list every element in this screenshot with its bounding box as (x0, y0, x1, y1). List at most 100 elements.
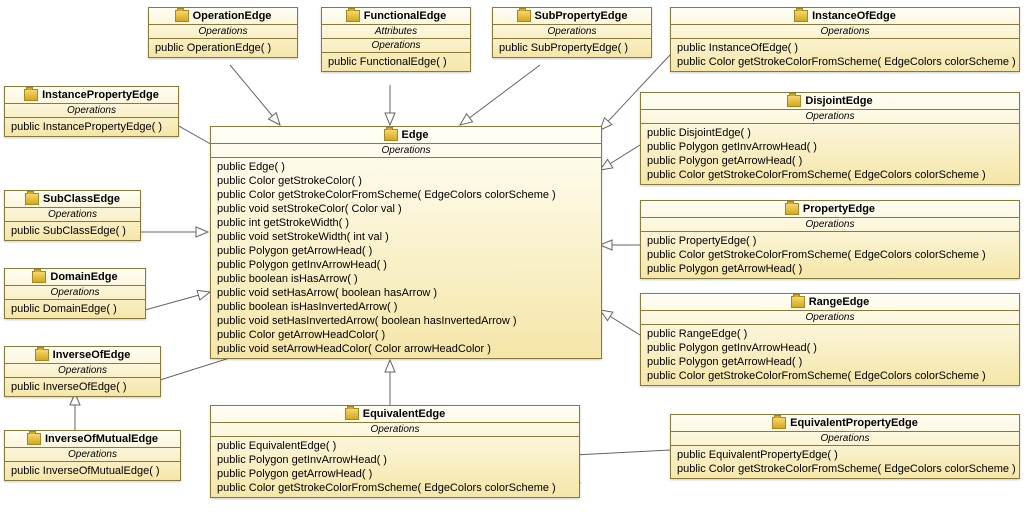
operations-list: public RangeEdge( )public Polygon getInv… (641, 325, 1019, 385)
section-operations: Operations (5, 448, 180, 462)
operations-list: public InverseOfMutualEdge( ) (5, 462, 180, 480)
section-operations: Operations (322, 39, 470, 53)
class-PropertyEdge[interactable]: PropertyEdge Operations public PropertyE… (640, 200, 1020, 279)
operation-item: public Color getStrokeColorFromScheme( E… (647, 248, 1013, 262)
class-icon (24, 89, 38, 101)
class-title: RangeEdge (809, 296, 870, 308)
section-operations: Operations (493, 25, 651, 39)
operation-item: public Color getArrowHeadColor( ) (217, 328, 595, 342)
class-SubClassEdge[interactable]: SubClassEdge Operations public SubClassE… (4, 190, 141, 241)
class-FunctionalEdge[interactable]: FunctionalEdge Attributes Operations pub… (321, 7, 471, 72)
operation-item: public FunctionalEdge( ) (328, 55, 464, 69)
operations-list: public InstanceOfEdge( )public Color get… (671, 39, 1019, 71)
operation-item: public void setStrokeWidth( int val ) (217, 230, 595, 244)
operation-item: public Polygon getInvArrowHead( ) (217, 453, 573, 467)
operation-item: public Color getStrokeColorFromScheme( E… (647, 168, 1013, 182)
section-operations: Operations (671, 25, 1019, 39)
operation-item: public DisjointEdge( ) (647, 126, 1013, 140)
operation-item: public Edge( ) (217, 160, 595, 174)
class-icon (27, 433, 41, 445)
operation-item: public Color getStrokeColorFromScheme( E… (647, 369, 1013, 383)
class-RangeEdge[interactable]: RangeEdge Operations public RangeEdge( )… (640, 293, 1020, 386)
operations-list: public Edge( )public Color getStrokeColo… (211, 158, 601, 358)
class-DisjointEdge[interactable]: DisjointEdge Operations public DisjointE… (640, 92, 1020, 185)
section-attributes: Attributes (322, 25, 470, 39)
class-EquivalentEdge[interactable]: EquivalentEdge Operations public Equival… (210, 405, 580, 498)
class-InverseOfEdge[interactable]: InverseOfEdge Operations public InverseO… (4, 346, 161, 397)
operation-item: public int getStrokeWidth( ) (217, 216, 595, 230)
class-InstancePropertyEdge[interactable]: InstancePropertyEdge Operations public I… (4, 86, 179, 137)
section-operations: Operations (149, 25, 297, 39)
operation-item: public Color getStrokeColorFromScheme( E… (217, 481, 573, 495)
operation-item: public boolean isHasInvertedArrow( ) (217, 300, 595, 314)
class-EquivalentPropertyEdge[interactable]: EquivalentPropertyEdge Operations public… (670, 414, 1020, 479)
class-icon (35, 349, 49, 361)
operations-list: public SubPropertyEdge( ) (493, 39, 651, 57)
class-OperationEdge[interactable]: OperationEdge Operations public Operatio… (148, 7, 298, 58)
class-title: FunctionalEdge (364, 10, 447, 22)
class-icon (772, 417, 786, 429)
section-operations: Operations (5, 286, 145, 300)
operations-list: public EquivalentEdge( )public Polygon g… (211, 437, 579, 497)
operation-item: public boolean isHasArrow( ) (217, 272, 595, 286)
operation-item: public EquivalentEdge( ) (217, 439, 573, 453)
class-icon (32, 271, 46, 283)
class-icon (346, 10, 360, 22)
class-title: Edge (402, 129, 429, 141)
class-icon (384, 129, 398, 141)
class-title: InstancePropertyEdge (42, 89, 159, 101)
class-title: SubPropertyEdge (535, 10, 628, 22)
operation-item: public Color getStrokeColor( ) (217, 174, 595, 188)
operation-item: public EquivalentPropertyEdge( ) (677, 448, 1013, 462)
class-title: InstanceOfEdge (812, 10, 896, 22)
section-operations: Operations (5, 104, 178, 118)
section-operations: Operations (5, 364, 160, 378)
class-InverseOfMutualEdge[interactable]: InverseOfMutualEdge Operations public In… (4, 430, 181, 481)
operation-item: public Color getStrokeColorFromScheme( E… (677, 55, 1013, 69)
operations-list: public OperationEdge( ) (149, 39, 297, 57)
operation-item: public DomainEdge( ) (11, 302, 139, 316)
operation-item: public Polygon getArrowHead( ) (647, 154, 1013, 168)
class-icon (785, 203, 799, 215)
operations-list: public EquivalentPropertyEdge( )public C… (671, 446, 1019, 478)
section-operations: Operations (671, 432, 1019, 446)
operation-item: public Color getStrokeColorFromScheme( E… (217, 188, 595, 202)
class-title: OperationEdge (193, 10, 272, 22)
section-operations: Operations (211, 423, 579, 437)
operation-item: public Polygon getArrowHead( ) (647, 262, 1013, 276)
class-InstanceOfEdge[interactable]: InstanceOfEdge Operations public Instanc… (670, 7, 1020, 72)
class-icon (787, 95, 801, 107)
class-title: InverseOfEdge (53, 349, 131, 361)
operations-list: public DisjointEdge( )public Polygon get… (641, 124, 1019, 184)
operation-item: public SubClassEdge( ) (11, 224, 134, 238)
operation-item: public void setHasArrow( boolean hasArro… (217, 286, 595, 300)
operation-item: public Polygon getArrowHead( ) (217, 244, 595, 258)
operation-item: public Polygon getArrowHead( ) (647, 355, 1013, 369)
section-operations: Operations (641, 110, 1019, 124)
operations-list: public FunctionalEdge( ) (322, 53, 470, 71)
operations-list: public InstancePropertyEdge( ) (5, 118, 178, 136)
operation-item: public InverseOfMutualEdge( ) (11, 464, 174, 478)
operations-list: public SubClassEdge( ) (5, 222, 140, 240)
class-icon (791, 296, 805, 308)
operation-item: public Polygon getInvArrowHead( ) (217, 258, 595, 272)
class-DomainEdge[interactable]: DomainEdge Operations public DomainEdge(… (4, 268, 146, 319)
class-icon (794, 10, 808, 22)
operations-list: public DomainEdge( ) (5, 300, 145, 318)
operation-item: public Polygon getInvArrowHead( ) (647, 140, 1013, 154)
class-SubPropertyEdge[interactable]: SubPropertyEdge Operations public SubPro… (492, 7, 652, 58)
operations-list: public InverseOfEdge( ) (5, 378, 160, 396)
class-title: DisjointEdge (805, 95, 872, 107)
operation-item: public Polygon getInvArrowHead( ) (647, 341, 1013, 355)
operation-item: public Color getStrokeColorFromScheme( E… (677, 462, 1013, 476)
class-Edge[interactable]: Edge Operations public Edge( )public Col… (210, 126, 602, 359)
operation-item: public void setArrowHeadColor( Color arr… (217, 342, 595, 356)
class-title: PropertyEdge (803, 203, 875, 215)
operation-item: public void setStrokeColor( Color val ) (217, 202, 595, 216)
class-title: InverseOfMutualEdge (45, 433, 158, 445)
class-title: EquivalentEdge (363, 408, 446, 420)
class-icon (25, 193, 39, 205)
operation-item: public InstanceOfEdge( ) (677, 41, 1013, 55)
operation-item: public PropertyEdge( ) (647, 234, 1013, 248)
section-operations: Operations (641, 218, 1019, 232)
